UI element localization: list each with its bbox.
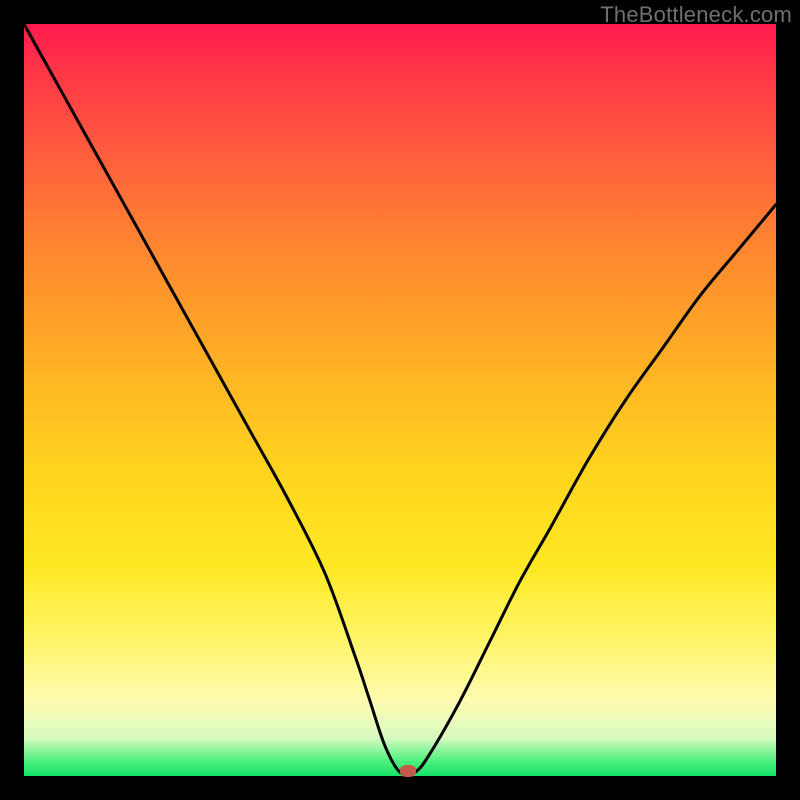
optimal-point-marker bbox=[400, 765, 416, 777]
bottleneck-curve bbox=[24, 24, 776, 776]
plot-area bbox=[24, 24, 776, 776]
chart-frame: TheBottleneck.com bbox=[0, 0, 800, 800]
